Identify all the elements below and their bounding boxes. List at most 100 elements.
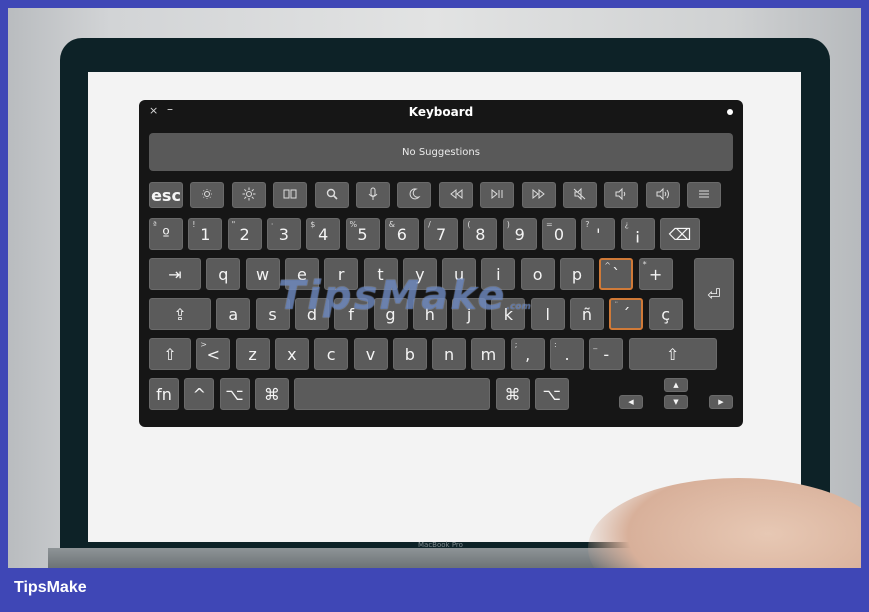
key-label: w [256, 264, 270, 284]
key-,[interactable]: ;, [510, 338, 545, 370]
esc-key[interactable]: esc [149, 182, 183, 208]
key-label: , [525, 344, 531, 364]
key-label: . [564, 344, 570, 364]
fn-key-list[interactable] [687, 182, 722, 208]
key-shift-label: ¿ [624, 220, 629, 229]
key-shift-label: ; [514, 340, 518, 349]
key-3[interactable]: · 3 [266, 218, 301, 250]
brightness-down-icon [199, 186, 215, 205]
status-dot [727, 109, 733, 115]
fn-key-brightness-down[interactable] [190, 182, 225, 208]
key-shift-label: " [231, 220, 236, 229]
fn-key-mute[interactable] [563, 182, 597, 208]
brightness-up-icon [241, 186, 257, 205]
fn-key-moon[interactable] [397, 182, 432, 208]
key-w[interactable]: w [245, 258, 280, 290]
key-label: z [248, 344, 257, 364]
key--[interactable]: _ - [589, 338, 624, 370]
backspace-key[interactable]: ⌫ [659, 218, 700, 250]
key-label: 4 [318, 224, 329, 244]
key-<[interactable]: > < [196, 338, 231, 370]
key-'[interactable]: ? ' [581, 218, 616, 250]
key-b[interactable]: b [392, 338, 427, 370]
command-key[interactable]: ⌘ [254, 378, 289, 410]
key-a[interactable]: a [216, 298, 251, 330]
fn-key[interactable]: fn [149, 378, 179, 410]
window-title: Keyboard [408, 105, 474, 119]
key-0[interactable]: = 0 [542, 218, 576, 250]
key-shift-label: ^ [604, 261, 611, 270]
key-label: + [648, 264, 663, 284]
key-4[interactable]: $4 [306, 218, 341, 250]
tab-key[interactable]: ⇥ [149, 258, 201, 290]
return-key[interactable]: ⏎ [694, 258, 734, 330]
search-icon [324, 186, 340, 205]
option-key[interactable]: ⌥ [219, 378, 250, 410]
fn-key-brightness-up[interactable] [231, 182, 266, 208]
fn-key-volume-down[interactable] [604, 182, 639, 208]
key-label: ▲ [673, 381, 679, 389]
key-+[interactable]: * + [638, 258, 673, 290]
key-shift-label: > [200, 340, 207, 349]
footer-brand: TipsMake [14, 579, 87, 596]
key-º[interactable]: ªº [149, 218, 183, 250]
control-key[interactable]: ^ [184, 378, 215, 410]
arrow-up-key[interactable]: ▲ [664, 378, 688, 392]
key-label: 8 [475, 224, 486, 244]
key-2[interactable]: " 2 [227, 218, 262, 250]
fn-key-play-pause[interactable] [480, 182, 515, 208]
key-`[interactable]: ^ ` [599, 258, 634, 290]
left-shift-key[interactable]: ⇧ [149, 338, 191, 370]
arrow-left-key[interactable]: ◀ [619, 395, 643, 409]
key-´[interactable]: ¨ ´ [609, 298, 644, 330]
key-n[interactable]: n [432, 338, 467, 370]
key-label: ⌘ [504, 384, 521, 404]
key-ç[interactable]: ç [648, 298, 683, 330]
key-shift-label: : [554, 340, 557, 349]
fn-key-microphone[interactable] [356, 182, 390, 208]
key-z[interactable]: z [235, 338, 270, 370]
key-v[interactable]: v [353, 338, 388, 370]
key-label: v [365, 344, 376, 364]
mute-icon [572, 186, 588, 205]
key-label: 1 [200, 224, 211, 244]
fn-key-mission-control[interactable] [273, 182, 308, 208]
key-shift-label: * [642, 260, 647, 269]
key-5[interactable]: % 5 [345, 218, 380, 250]
volume-up-icon [655, 186, 671, 205]
keyboard-viewer-window: × – Keyboard No Suggestions esc ª º! 1 " 2 · 3 $… [139, 100, 743, 427]
watermark-sub: .com [506, 302, 531, 312]
right-shift-key[interactable]: ⇧ [628, 338, 717, 370]
suggestion-bar: No Suggestions [149, 133, 733, 171]
key-c[interactable]: c [314, 338, 349, 370]
fn-key-rewind[interactable] [438, 182, 473, 208]
command-key-right[interactable]: ⌘ [495, 378, 530, 410]
fn-key-search[interactable] [314, 182, 349, 208]
key-8[interactable]: (8 [463, 218, 498, 250]
space-bar[interactable] [294, 378, 491, 410]
key-shift-label: % [349, 220, 358, 229]
watermark-text: TipsMake [278, 273, 507, 319]
key-m[interactable]: m [471, 338, 506, 370]
key-1[interactable]: ! 1 [188, 218, 223, 250]
fn-key-fast-forward[interactable] [521, 182, 556, 208]
key-q[interactable]: q [206, 258, 241, 290]
key-label: ' [596, 224, 601, 244]
key-label: ⌫ [668, 224, 692, 244]
arrow-down-key[interactable]: ▼ [664, 395, 688, 409]
key-6[interactable]: & 6 [384, 218, 419, 250]
key-¡[interactable]: ¿ ¡ [620, 218, 655, 250]
key-.[interactable]: :. [550, 338, 584, 370]
suggestion-text: No Suggestions [402, 146, 480, 158]
option-key-right[interactable]: ⌥ [534, 378, 569, 410]
caps-lock-key[interactable]: ⇪ [149, 298, 211, 330]
arrow-right-key[interactable]: ▶ [709, 395, 733, 409]
key-label: 5 [357, 224, 368, 244]
key-label: b [404, 344, 415, 364]
key-shift-label: ª [153, 220, 157, 229]
key-9[interactable]: ) 9 [502, 218, 537, 250]
fn-key-volume-up[interactable] [645, 182, 680, 208]
key-label: ⇧ [163, 344, 177, 364]
key-x[interactable]: x [274, 338, 309, 370]
key-7[interactable]: /7 [424, 218, 459, 250]
